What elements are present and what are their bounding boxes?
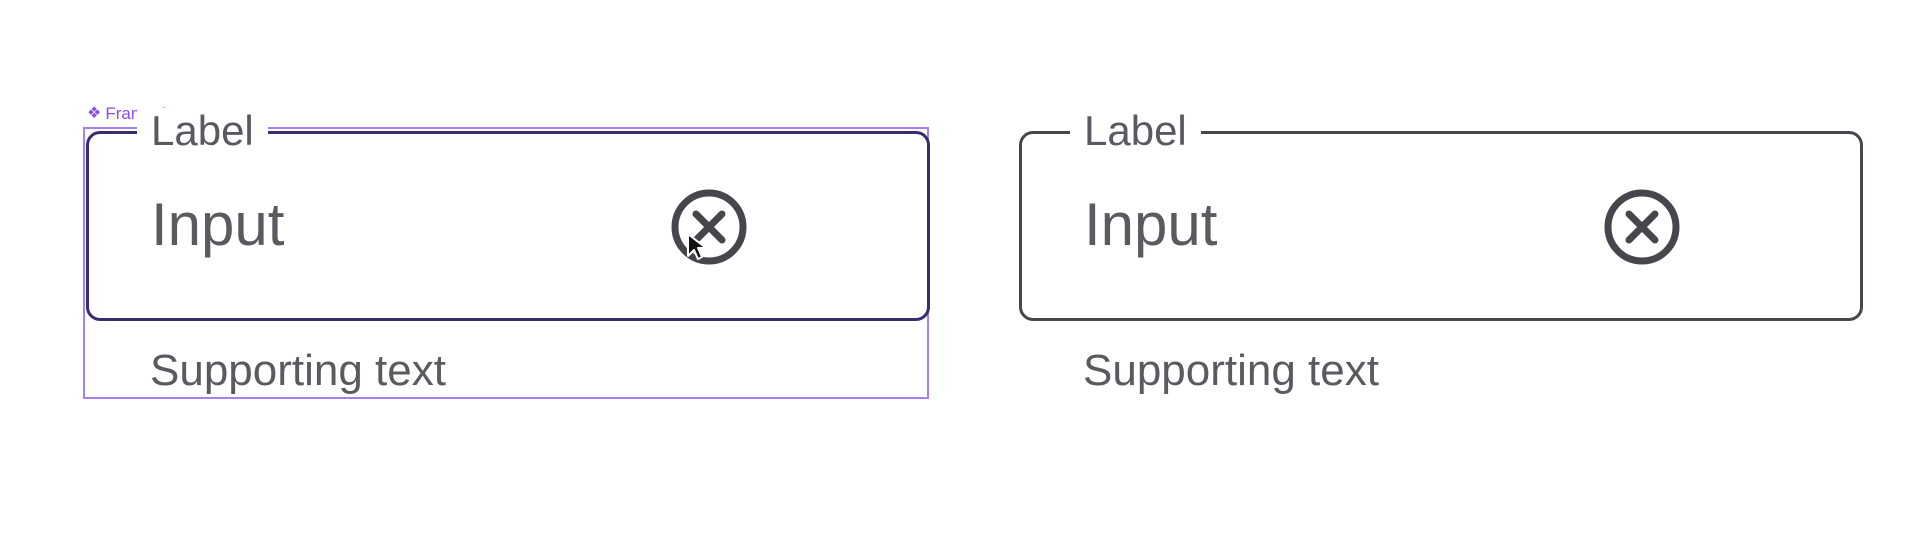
text-field-selected[interactable]: Label Input — [86, 108, 930, 321]
design-canvas: ❖ Frame 8 Label Input Supporting text La… — [0, 0, 1916, 556]
field-label: Label — [137, 108, 268, 154]
supporting-text: Supporting text — [1083, 346, 1379, 395]
field-label: Label — [1070, 108, 1201, 154]
component-icon: ❖ — [87, 105, 102, 122]
text-field-default[interactable]: Label Input — [1019, 108, 1863, 321]
supporting-text: Supporting text — [150, 346, 446, 395]
input-value[interactable]: Input — [1084, 190, 1217, 260]
clear-circle-icon[interactable] — [1602, 187, 1682, 267]
clear-circle-icon[interactable] — [669, 187, 749, 267]
input-value[interactable]: Input — [151, 190, 284, 260]
mouse-cursor-icon — [686, 232, 708, 267]
